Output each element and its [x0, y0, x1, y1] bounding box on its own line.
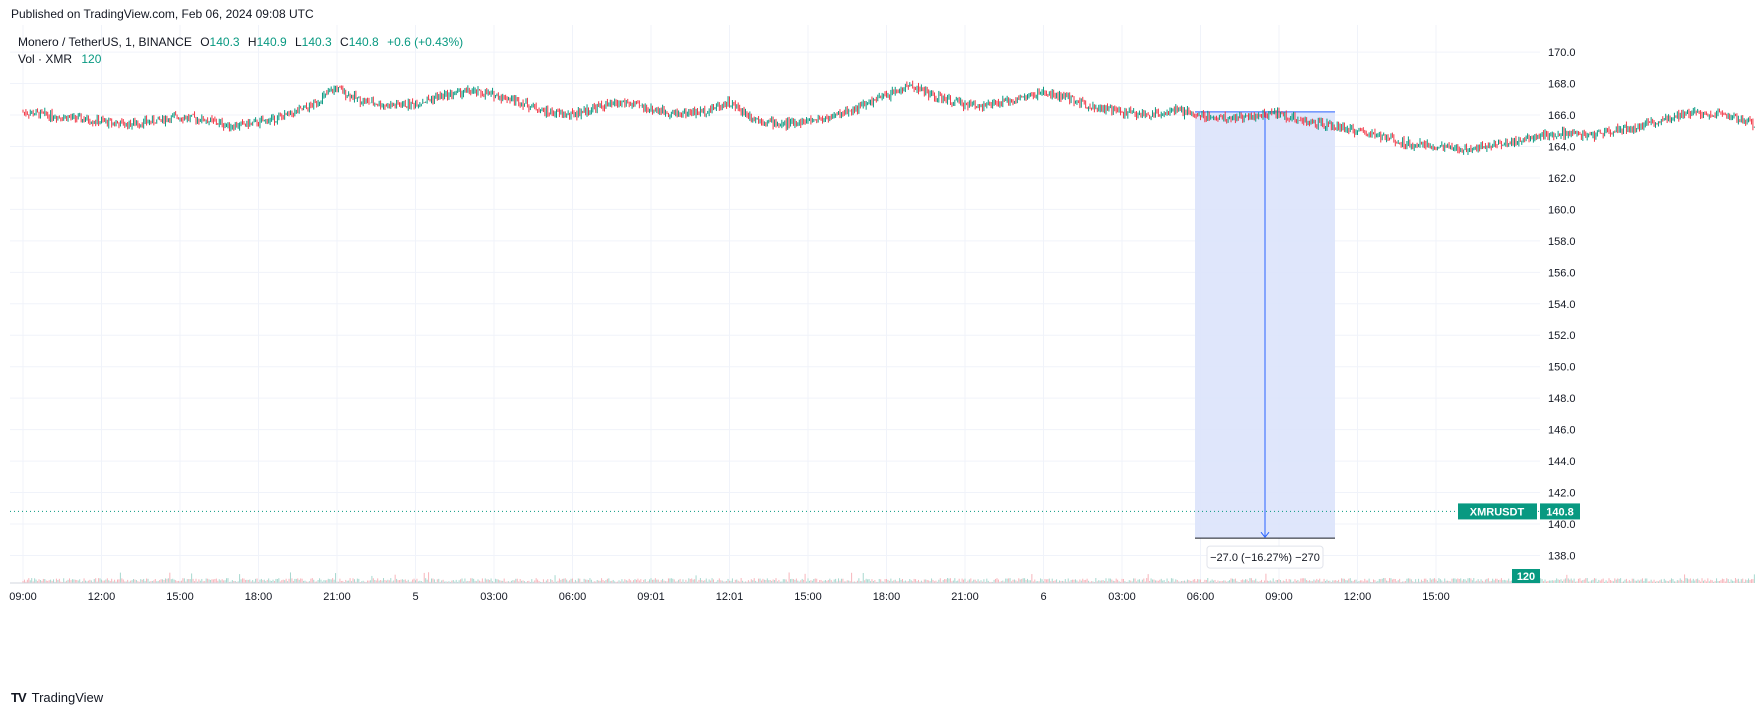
time-tick-label: 21:00: [323, 591, 351, 603]
price-tick-label: 170.0: [1548, 47, 1576, 59]
time-tick-label: 06:00: [559, 591, 587, 603]
price-tick-label: 150.0: [1548, 362, 1576, 374]
last-price-line: XMRUSDT 140.8 120: [10, 503, 1580, 583]
time-tick-label: 03:00: [1108, 591, 1136, 603]
tradingview-logo-icon: TV: [11, 690, 27, 705]
price-tick-label: 152.0: [1548, 330, 1576, 342]
price-tick-label: 160.0: [1548, 204, 1576, 216]
symbol-legend[interactable]: Monero / TetherUS, 1, BINANCE O140.3 H14…: [18, 35, 463, 49]
time-tick-label: 6: [1040, 591, 1046, 603]
price-tick-label: 146.0: [1548, 425, 1576, 437]
volume-label: Vol · XMR: [18, 52, 73, 66]
volume-value: 120: [81, 52, 102, 66]
time-tick-label: 12:00: [88, 591, 116, 603]
candles: [22, 80, 1755, 155]
time-tick-label: 03:00: [480, 591, 508, 603]
time-tick-label: 5: [412, 591, 418, 603]
price-tick-label: 168.0: [1548, 79, 1576, 91]
time-tick-label: 09:01: [637, 591, 665, 603]
price-tick-label: 162.0: [1548, 173, 1576, 185]
price-tick-label: 138.0: [1548, 550, 1576, 562]
symbol-name: Monero / TetherUS, 1, BINANCE: [18, 35, 192, 49]
price-tick-label: 142.0: [1548, 488, 1576, 500]
time-tick-label: 15:00: [794, 591, 822, 603]
price-range-measure: −27.0 (−16.27%) −270: [1195, 111, 1335, 569]
price-tick-label: 154.0: [1548, 299, 1576, 311]
time-tick-label: 12:01: [716, 591, 744, 603]
time-tick-label: 18:00: [245, 591, 273, 603]
time-tick-label: 06:00: [1187, 591, 1215, 603]
close-label: C: [340, 35, 349, 49]
time-axis: 09:00 12:00 15:00 18:00 21:00 5 03:00 06:00 09:0…: [9, 582, 1540, 603]
volume-legend[interactable]: Vol · XMR 120: [18, 52, 101, 66]
last-price-tag-label: 140.8: [1546, 506, 1574, 518]
time-tick-label: 15:00: [166, 591, 194, 603]
open-label: O: [200, 35, 210, 49]
time-tick-label: 18:00: [873, 591, 901, 603]
open-value: 140.3: [209, 35, 240, 49]
symbol-price-tag-label: XMRUSDT: [1470, 506, 1525, 518]
time-tick-label: 21:00: [951, 591, 979, 603]
low-label: L: [294, 35, 302, 49]
time-tick-label: 09:00: [1265, 591, 1293, 603]
volume-tag-label: 120: [1517, 571, 1535, 583]
price-tick-label: 140.0: [1548, 519, 1576, 531]
footer: TV TradingView: [11, 690, 103, 705]
candlestick-chart[interactable]: −27.0 (−16.27%) −270 138.0 140.0 142.0 144.…: [0, 0, 1755, 716]
price-tick-label: 148.0: [1548, 393, 1576, 405]
close-value: 140.8: [348, 35, 379, 49]
low-value: 140.3: [301, 35, 332, 49]
change-value: +0.6 (+0.43%): [387, 35, 464, 49]
price-tick-label: 144.0: [1548, 456, 1576, 468]
time-tick-label: 09:00: [9, 591, 37, 603]
volume-bars: [22, 572, 1755, 583]
price-tick-label: 156.0: [1548, 267, 1576, 279]
price-axis: 138.0 140.0 142.0 144.0 146.0 148.0 150.0 152.0…: [1548, 47, 1576, 562]
price-tick-label: 164.0: [1548, 141, 1576, 153]
footer-brand: TradingView: [31, 690, 104, 705]
measure-label: −27.0 (−16.27%) −270: [1210, 552, 1320, 564]
high-value: 140.9: [256, 35, 287, 49]
time-tick-label: 15:00: [1422, 591, 1450, 603]
price-tick-label: 166.0: [1548, 110, 1576, 122]
price-tick-label: 158.0: [1548, 236, 1576, 248]
time-tick-label: 12:00: [1344, 591, 1372, 603]
high-label: H: [247, 35, 257, 49]
